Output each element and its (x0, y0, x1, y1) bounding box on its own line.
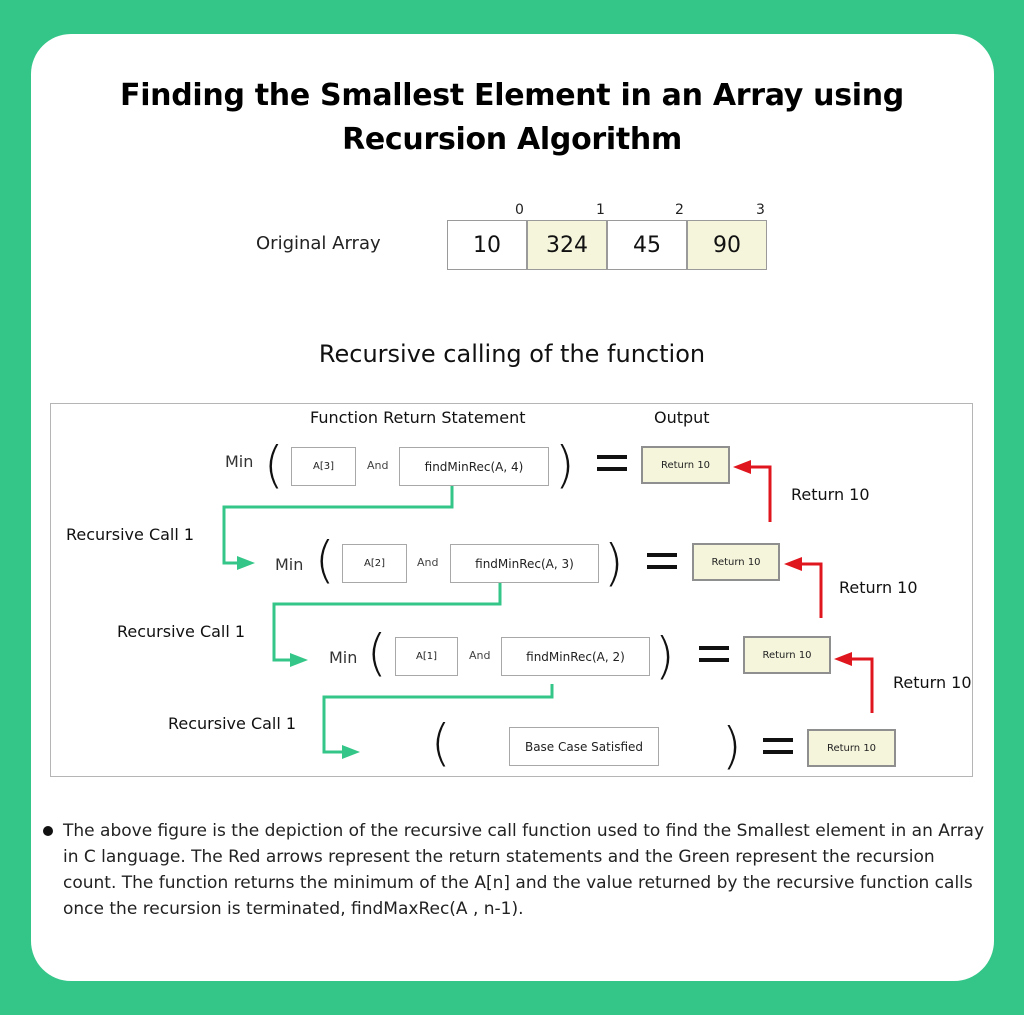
return-arrowhead-2 (784, 557, 802, 571)
recursion-arrowhead-2 (290, 653, 308, 667)
recursion-arrow-1 (222, 486, 454, 565)
recursion-arrowhead-3 (342, 745, 360, 759)
return-arrow-3 (850, 657, 874, 713)
recursion-arrow-2 (272, 583, 502, 662)
return-arrowhead-1 (733, 460, 751, 474)
recursion-arrowhead-1 (237, 556, 255, 570)
return-arrow-2 (799, 562, 823, 618)
description-text: The above figure is the depiction of the… (63, 821, 985, 919)
bullet-icon (43, 826, 53, 836)
return-arrowhead-3 (834, 652, 852, 666)
recursion-arrow-3 (322, 684, 554, 754)
return-arrow-1 (748, 465, 772, 522)
